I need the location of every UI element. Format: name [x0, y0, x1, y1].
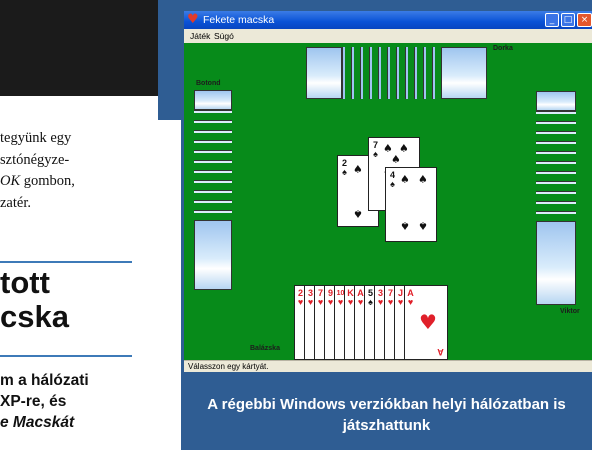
- player-name-east: Viktor: [560, 308, 580, 315]
- caption-line: A régebbi Windows verziókban helyi hálóz…: [207, 396, 566, 413]
- heading-rule-bottom: [0, 355, 132, 357]
- card-back-edge: [536, 171, 576, 174]
- card-back-edge: [536, 131, 576, 134]
- card-back-edge: [405, 47, 408, 99]
- spade-pip: ♠: [353, 207, 363, 220]
- figure-caption: A régebbi Windows verziókban helyi hálóz…: [181, 387, 592, 450]
- card-back-edge: [536, 211, 576, 214]
- card-back-edge: [378, 47, 381, 99]
- heading-line: cska: [0, 299, 69, 334]
- magazine-body-text: tegyünk egy sztónégyze- OK gombon, zatér…: [0, 128, 180, 214]
- card-back-edge: [194, 180, 232, 183]
- magazine-heading: tott cska: [0, 266, 180, 334]
- body-line: sztónégyze-: [0, 151, 70, 168]
- body-line: OK gombon,: [0, 171, 180, 193]
- card-back-edge: [351, 47, 354, 99]
- card-rank-bottom: A: [437, 347, 444, 357]
- player-name-west: Botond: [196, 80, 221, 87]
- card-back-edge: [414, 47, 417, 99]
- card-back-edge: [536, 111, 576, 114]
- card-back-edge: [387, 47, 390, 99]
- heart-pip: ♥: [419, 310, 437, 334]
- spade-pip: ♠: [400, 219, 410, 232]
- card-back-edge: [536, 181, 576, 184]
- magazine-photo: [0, 0, 188, 120]
- card-back-edge: [194, 130, 232, 133]
- card-back-edge: [536, 151, 576, 154]
- card-back-edge: [369, 47, 372, 99]
- game-window: ♥ Fekete macska _ □ × Játék Súgó Dorka B…: [184, 11, 592, 372]
- card-back-edge: [342, 47, 345, 99]
- card-back-edge: [194, 150, 232, 153]
- card-back-edge: [194, 140, 232, 143]
- card-suit: ♠: [390, 179, 395, 189]
- body-line-rest: gombon,: [20, 173, 75, 189]
- status-text: Válasszon egy kártyát.: [188, 362, 269, 371]
- title-bar[interactable]: ♥ Fekete macska _ □ ×: [184, 11, 592, 29]
- spade-pip: ♠: [353, 163, 363, 176]
- heading-line: tott: [0, 266, 50, 300]
- card-back: [194, 90, 232, 110]
- minimize-button[interactable]: _: [545, 13, 559, 27]
- card-back-edge: [432, 47, 435, 99]
- heart-icon: ♥: [187, 12, 199, 27]
- body-italic-word: OK: [0, 173, 21, 189]
- body-line: zatér.: [0, 194, 31, 211]
- card-suit: ♥: [407, 297, 414, 307]
- card-suit: ♠: [373, 149, 378, 159]
- card-back: [194, 220, 232, 290]
- game-table: Dorka Botond Viktor 2 ♠ ♠ ♠ 7 ♠ ♠ ♠ ♠ 4 …: [184, 43, 592, 360]
- card-back-edge: [194, 120, 232, 123]
- spade-pip: ♠: [418, 219, 428, 232]
- lead-line: e Macskát: [0, 414, 75, 431]
- card-back-edge: [194, 200, 232, 203]
- caption-line: játszhattunk: [342, 417, 431, 434]
- card-back-edge: [194, 110, 232, 113]
- menu-game[interactable]: Játék: [190, 29, 210, 43]
- card-back-edge: [536, 141, 576, 144]
- spade-pip: ♠: [391, 153, 401, 166]
- body-line: tegyünk egy: [0, 130, 72, 146]
- player-name-south: Balázska: [250, 345, 280, 352]
- card-back-edge: [536, 121, 576, 124]
- card-back: [306, 47, 342, 99]
- hand-card[interactable]: A ♥ ♥ A: [404, 285, 448, 360]
- card-back-edge: [360, 47, 363, 99]
- card-back: [536, 91, 576, 111]
- card-back-edge: [194, 210, 232, 213]
- photo-dark-area: [0, 0, 158, 96]
- status-bar: Válasszon egy kártyát.: [184, 360, 592, 372]
- card-back-edge: [194, 170, 232, 173]
- close-button[interactable]: ×: [577, 13, 592, 27]
- card-back-edge: [194, 190, 232, 193]
- spade-pip: ♠: [400, 173, 410, 186]
- magazine-lead-text: m a hálózati XP-re, és e Macskát: [0, 370, 180, 433]
- card-back-edge: [396, 47, 399, 99]
- card-back-edge: [536, 191, 576, 194]
- trick-card[interactable]: 4 ♠ ♠ ♠ ♠ ♠: [385, 167, 437, 242]
- card-back: [441, 47, 487, 99]
- menu-help[interactable]: Súgó: [214, 29, 234, 43]
- lead-line: m a hálózati: [0, 372, 89, 389]
- heading-rule-top: [0, 261, 132, 263]
- card-back-edge: [536, 201, 576, 204]
- maximize-button[interactable]: □: [561, 13, 575, 27]
- card-back-edge: [194, 160, 232, 163]
- card-suit: ♠: [342, 167, 347, 177]
- menu-bar: Játék Súgó: [184, 29, 592, 43]
- card-back-edge: [423, 47, 426, 99]
- card-back: [536, 221, 576, 305]
- card-back-edge: [536, 161, 576, 164]
- window-title: Fekete macska: [203, 14, 275, 26]
- spade-pip: ♠: [418, 173, 428, 186]
- lead-line: XP-re, és: [0, 393, 67, 410]
- player-name-north: Dorka: [493, 45, 513, 52]
